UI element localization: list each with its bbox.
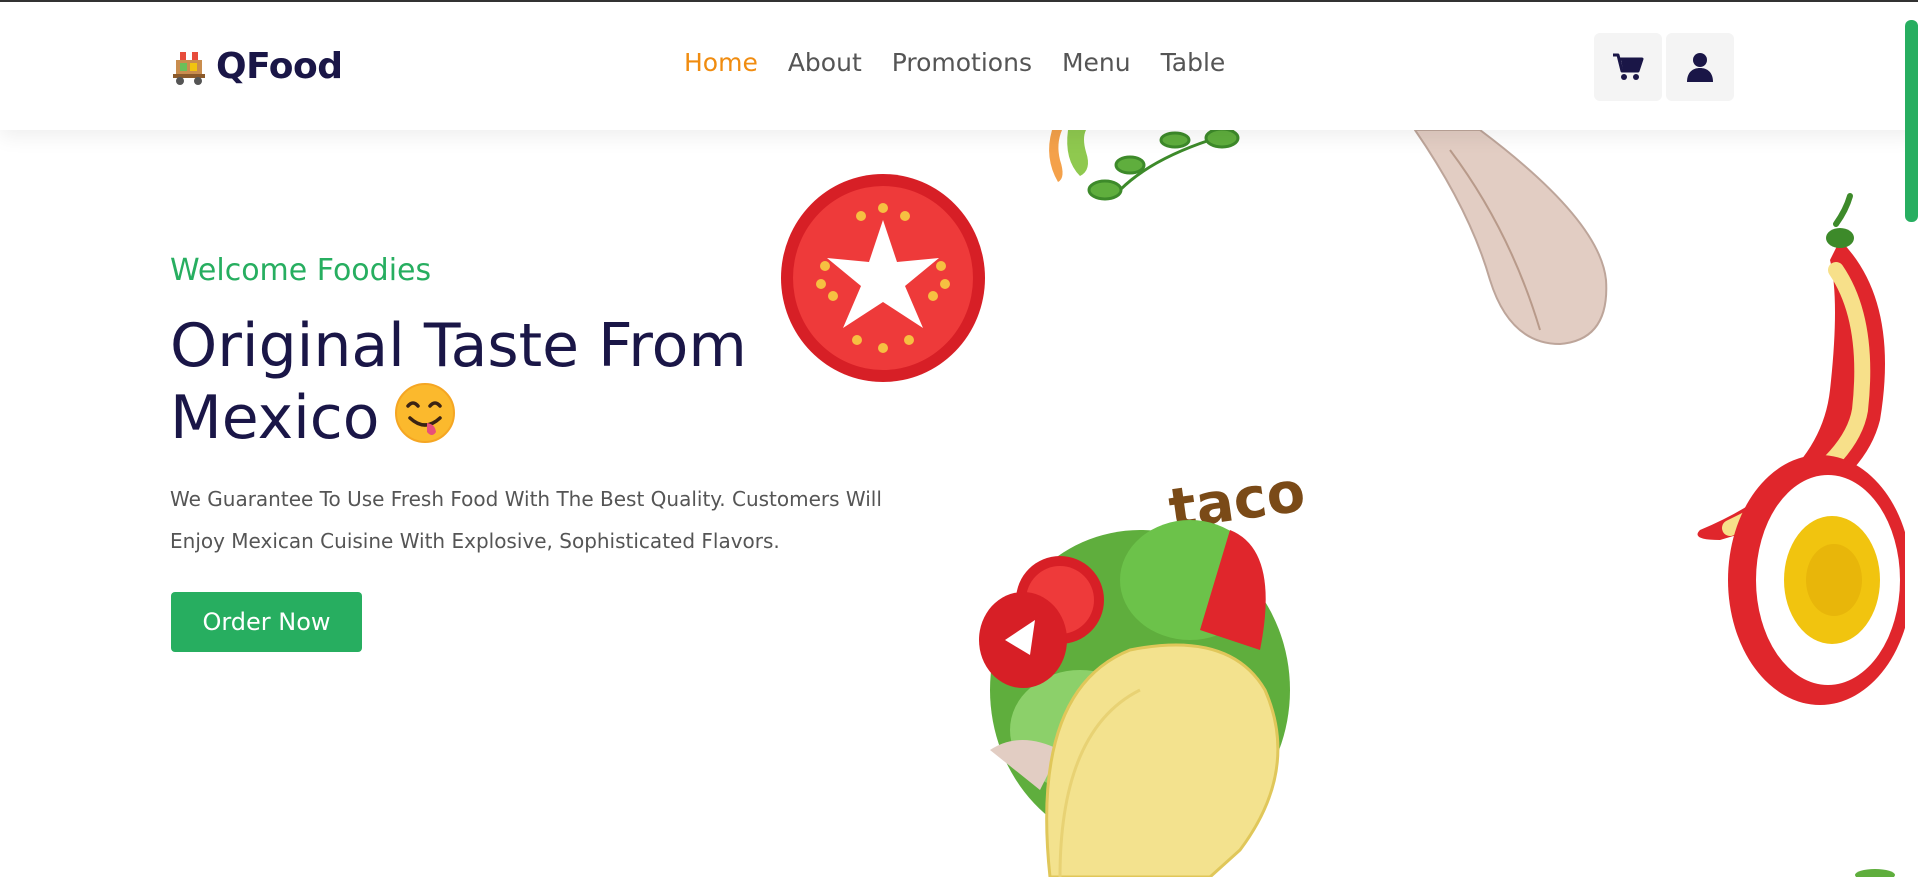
scrollbar-thumb[interactable]	[1905, 20, 1918, 222]
headline-line2: Mexico	[170, 383, 380, 453]
main-nav: Home About Promotions Menu Table	[684, 48, 1225, 77]
user-icon	[1687, 53, 1713, 82]
user-button[interactable]	[1666, 33, 1734, 101]
brand-name: QFood	[216, 46, 343, 87]
nav-home[interactable]: Home	[684, 48, 758, 77]
welcome-text: Welcome Foodies	[170, 253, 432, 288]
order-now-button[interactable]: Order Now	[171, 592, 362, 652]
cart-button[interactable]	[1594, 33, 1662, 101]
food-cart-icon	[170, 48, 208, 86]
tomato-slice-icon	[781, 174, 985, 382]
hero-illustration: taco	[760, 130, 1905, 877]
nav-promotions[interactable]: Promotions	[892, 48, 1032, 77]
herb-sprig-icon	[1087, 130, 1240, 201]
headline-line1: Original Taste From	[170, 311, 747, 381]
nav-table[interactable]: Table	[1161, 48, 1226, 77]
nav-menu[interactable]: Menu	[1062, 48, 1131, 77]
nav-about[interactable]: About	[788, 48, 862, 77]
brand-logo[interactable]: QFood	[170, 46, 343, 87]
navbar: QFood Home About Promotions Menu Table	[0, 2, 1918, 130]
cart-icon	[1613, 53, 1644, 80]
yum-emoji-icon	[394, 382, 456, 460]
wooden-spatula-icon	[1413, 130, 1608, 346]
bell-pepper-slice-icon	[1728, 455, 1905, 705]
taco-icon	[979, 520, 1290, 877]
